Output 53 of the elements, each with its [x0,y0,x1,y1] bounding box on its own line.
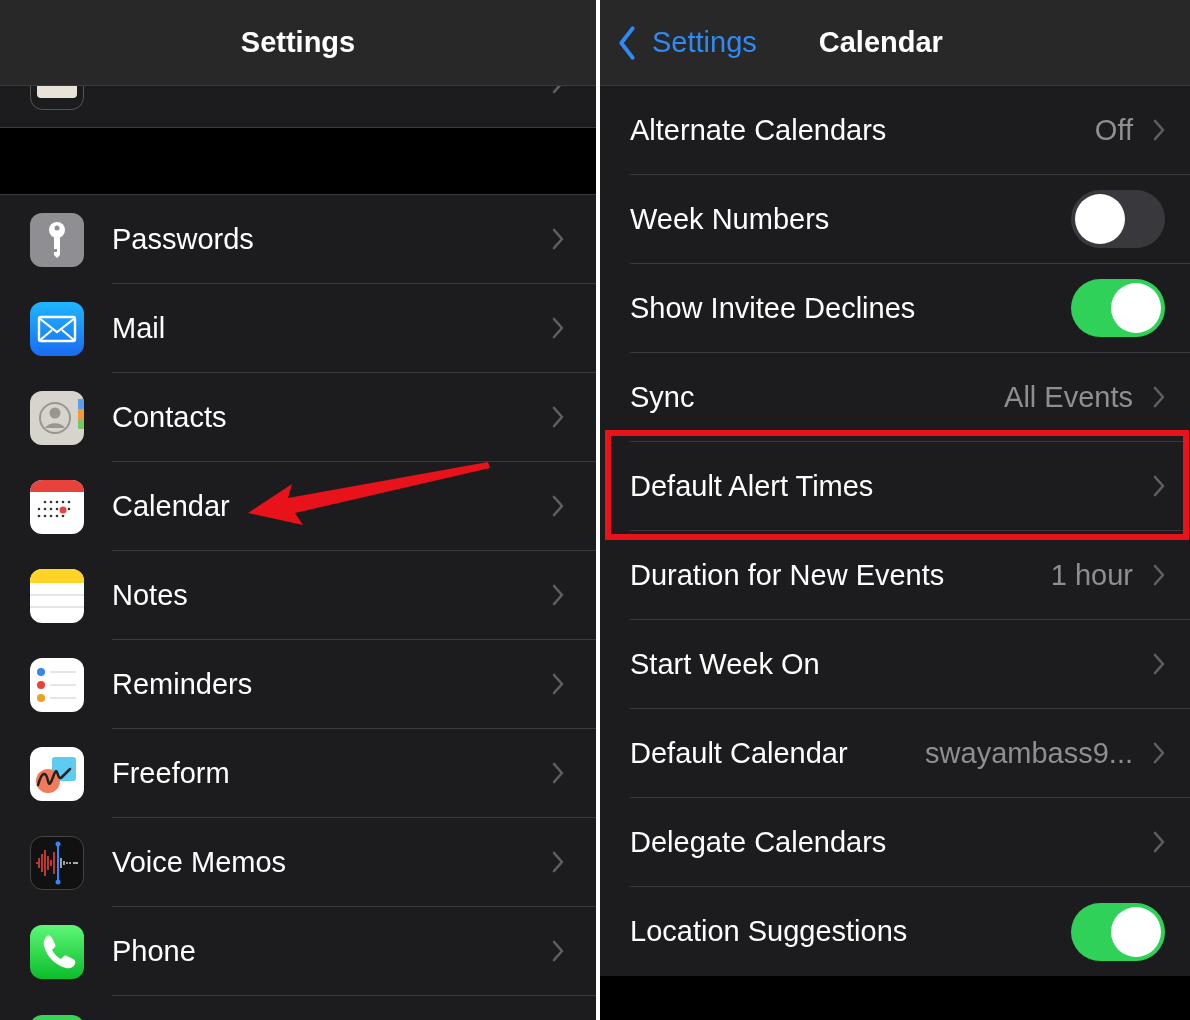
setting-label: Alternate Calendars [630,113,888,147]
chevron-icon [552,584,564,606]
chevron-icon[interactable] [1153,475,1165,497]
setting-label: Duration for New Events [630,558,946,592]
back-button[interactable]: Settings [600,25,757,60]
phone-icon [30,924,84,979]
setting-value: 1 hour [1050,558,1133,592]
setting-value: Off [1094,113,1133,147]
nav-title: Settings [240,26,356,59]
chevron-icon [552,851,564,873]
chevron-icon[interactable] [1153,653,1165,675]
settings-item[interactable]: Contacts [112,400,552,434]
chevron-icon [552,673,564,695]
settings-item[interactable]: Phone [112,934,552,968]
setting-label: Default Calendar [630,736,849,770]
setting-label: Location Suggestions [630,915,909,948]
chevron-icon [552,228,564,250]
chevron-icon [552,317,564,339]
settings-item[interactable]: Freeform [112,756,552,790]
chevron-icon [552,940,564,962]
chevron-icon[interactable] [1153,742,1165,764]
settings-item[interactable]: Passwords [112,222,552,256]
chevron-icon[interactable] [1153,831,1165,853]
chevron-icon[interactable] [1153,564,1165,586]
contact-icon [30,390,84,445]
nav-title: Calendar [818,26,943,59]
settings-item[interactable]: Calendar [112,489,552,523]
setting-value: All Events [1004,380,1133,414]
settings-item[interactable]: Reminders [112,667,552,701]
calendar-icon [30,479,84,534]
toggle-switch[interactable] [1071,279,1165,337]
toggle-switch[interactable] [1071,902,1165,961]
settings-item[interactable]: Notes [112,578,552,612]
waveform-icon [30,835,84,890]
setting-label: Sync [630,380,696,414]
key-icon [30,212,84,267]
chevron-icon[interactable] [1153,119,1165,141]
chevron-icon [552,762,564,784]
setting-value: swayambass9... [925,736,1133,770]
setting-label: Show Invitee Declines [630,291,917,325]
checklist-icon [30,657,84,712]
setting-label: Week Numbers [630,202,831,236]
setting-label: Default Alert Times [630,469,875,503]
envelope-icon [30,301,84,356]
sketch-icon [30,746,84,801]
chevron-icon[interactable] [1153,386,1165,408]
notepad-icon [30,568,84,623]
settings-item[interactable]: Mail [112,311,552,345]
chevron-icon [552,495,564,517]
setting-label: Start Week On [630,647,821,681]
setting-label: Delegate Calendars [630,825,888,859]
settings-item[interactable]: Voice Memos [112,845,552,879]
chevron-icon [552,406,564,428]
